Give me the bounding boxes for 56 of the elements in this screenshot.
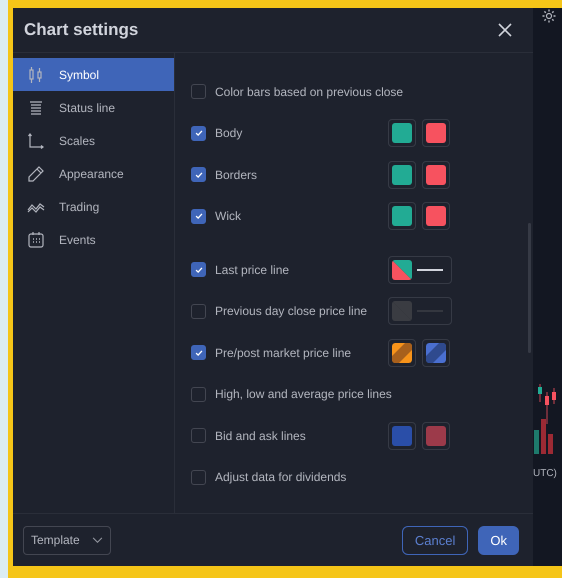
sidebar-item[interactable]: Symbol <box>13 58 174 91</box>
pencil-icon <box>27 164 45 182</box>
checkbox[interactable] <box>191 167 206 182</box>
color-swatch[interactable] <box>388 119 416 148</box>
checkmark-icon <box>194 348 204 358</box>
checkbox[interactable] <box>191 345 206 360</box>
option-label: Wick <box>215 209 242 224</box>
chevron-down-icon <box>92 536 103 544</box>
checkmark-icon <box>194 170 204 180</box>
option-label: Bid and ask lines <box>215 428 307 443</box>
color-swatch[interactable] <box>388 338 416 367</box>
sidebar-item[interactable]: Events <box>13 223 174 256</box>
sidebar-item[interactable]: Appearance <box>13 157 174 190</box>
line-style-swatch[interactable] <box>388 256 452 284</box>
color-swatch[interactable] <box>388 202 416 230</box>
calendar-icon <box>27 230 45 248</box>
color-swatch[interactable] <box>388 422 416 450</box>
checkbox[interactable] <box>191 386 206 402</box>
template-dropdown[interactable]: Template <box>23 526 111 554</box>
checkbox[interactable] <box>191 262 206 278</box>
checkbox[interactable] <box>191 470 206 485</box>
checkbox[interactable] <box>191 126 206 141</box>
option-label: Pre/post market price line <box>215 346 352 360</box>
checkbox[interactable] <box>191 84 206 100</box>
axis-label: UTC) <box>533 468 557 479</box>
checkmark-icon <box>194 211 204 222</box>
lines-icon <box>27 98 45 116</box>
line-style-swatch[interactable] <box>388 297 452 326</box>
color-swatch[interactable] <box>422 202 450 230</box>
option-label: Color bars based on previous close <box>215 84 404 99</box>
color-swatch[interactable] <box>422 119 450 148</box>
cancel-button[interactable]: Cancel <box>402 526 468 554</box>
option-label: Previous day close price line <box>215 304 368 318</box>
sidebar-item[interactable]: Scales <box>13 124 174 157</box>
checkmark-icon <box>194 264 204 275</box>
color-swatch[interactable] <box>422 422 450 450</box>
checkbox[interactable] <box>191 208 206 224</box>
option-label: Adjust data for dividends <box>215 470 348 484</box>
ok-button[interactable]: Ok <box>478 526 519 554</box>
checkmark-icon <box>194 128 204 138</box>
sidebar-item[interactable]: Status line <box>13 91 174 124</box>
option-label: Last price line <box>215 262 290 277</box>
color-swatch[interactable] <box>422 338 450 367</box>
option-label: High, low and average price lines <box>215 387 393 402</box>
candlestick-chart-drawing <box>533 384 559 454</box>
option-label: Borders <box>215 168 258 182</box>
option-label: Body <box>215 126 244 140</box>
axes-icon <box>27 132 45 150</box>
checkbox[interactable] <box>191 428 206 444</box>
dialog-title: Chart settings <box>24 20 138 40</box>
close-icon[interactable] <box>497 22 513 38</box>
color-swatch[interactable] <box>422 160 450 189</box>
sidebar-item[interactable]: Trading <box>13 190 174 223</box>
checkbox[interactable] <box>191 304 206 319</box>
color-swatch[interactable] <box>388 160 416 189</box>
settings-icon[interactable] <box>541 8 557 24</box>
